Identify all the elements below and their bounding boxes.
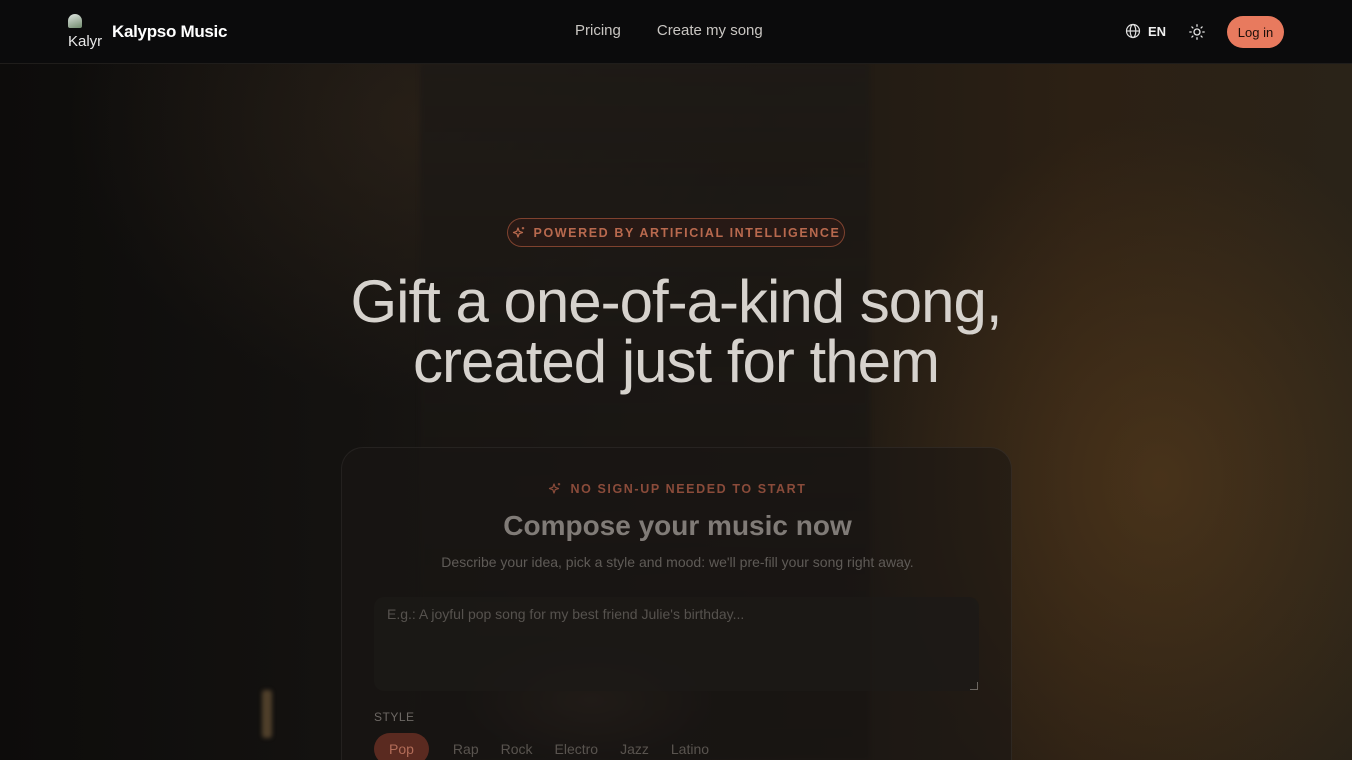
style-chip-rap[interactable]: Rap — [453, 733, 479, 760]
language-code: EN — [1148, 23, 1167, 39]
style-chips: Pop Rap Rock Electro Jazz Latino — [374, 733, 709, 760]
broken-image-icon — [68, 14, 82, 28]
logo-image: Kalyr — [68, 14, 104, 50]
language-switcher[interactable]: EN — [1125, 23, 1166, 39]
composer-card: NO SIGN-UP NEEDED TO START Compose your … — [341, 447, 1012, 760]
style-chip-jazz[interactable]: Jazz — [620, 733, 649, 760]
no-signup-label: NO SIGN-UP NEEDED TO START — [570, 482, 807, 496]
style-chip-electro[interactable]: Electro — [555, 733, 599, 760]
globe-icon — [1125, 23, 1141, 39]
nav-create-my-song[interactable]: Create my song — [657, 22, 763, 39]
nav-pricing[interactable]: Pricing — [575, 22, 621, 39]
logo-link[interactable]: Kalyr Kalypso Music — [68, 14, 227, 50]
style-chip-rock[interactable]: Rock — [501, 733, 533, 760]
login-button[interactable]: Log in — [1227, 16, 1284, 48]
composer-subtitle: Describe your idea, pick a style and moo… — [441, 554, 914, 570]
logo-alt-text: Kalyr — [68, 33, 103, 50]
song-idea-input[interactable] — [374, 597, 979, 691]
brand-name: Kalypso Music — [112, 22, 228, 41]
textarea-resize-handle[interactable] — [970, 682, 978, 690]
style-label: STYLE — [374, 710, 415, 724]
top-navbar: Kalyr Kalypso Music Pricing Create my so… — [0, 0, 1352, 64]
main-nav: Pricing Create my song — [575, 22, 763, 39]
ai-badge: POWERED BY ARTIFICIAL INTELLIGENCE — [507, 218, 845, 247]
sparkle-icon — [549, 483, 561, 494]
style-chip-latino[interactable]: Latino — [671, 733, 709, 760]
sun-icon — [1189, 24, 1205, 40]
hero-title-line-2: created just for them — [413, 328, 940, 395]
theme-toggle-button[interactable] — [1188, 23, 1206, 41]
hero-title-line-1: Gift a one-of-a-kind song, — [350, 268, 1002, 335]
no-signup-badge: NO SIGN-UP NEEDED TO START — [342, 482, 1013, 496]
style-chip-pop[interactable]: Pop — [374, 733, 429, 760]
hero-title: Gift a one-of-a-kind song, created just … — [0, 272, 1352, 392]
ai-badge-label: POWERED BY ARTIFICIAL INTELLIGENCE — [533, 225, 841, 240]
background-light — [262, 690, 272, 738]
sparkle-icon — [512, 226, 524, 238]
composer-title: Compose your music now — [503, 510, 852, 541]
